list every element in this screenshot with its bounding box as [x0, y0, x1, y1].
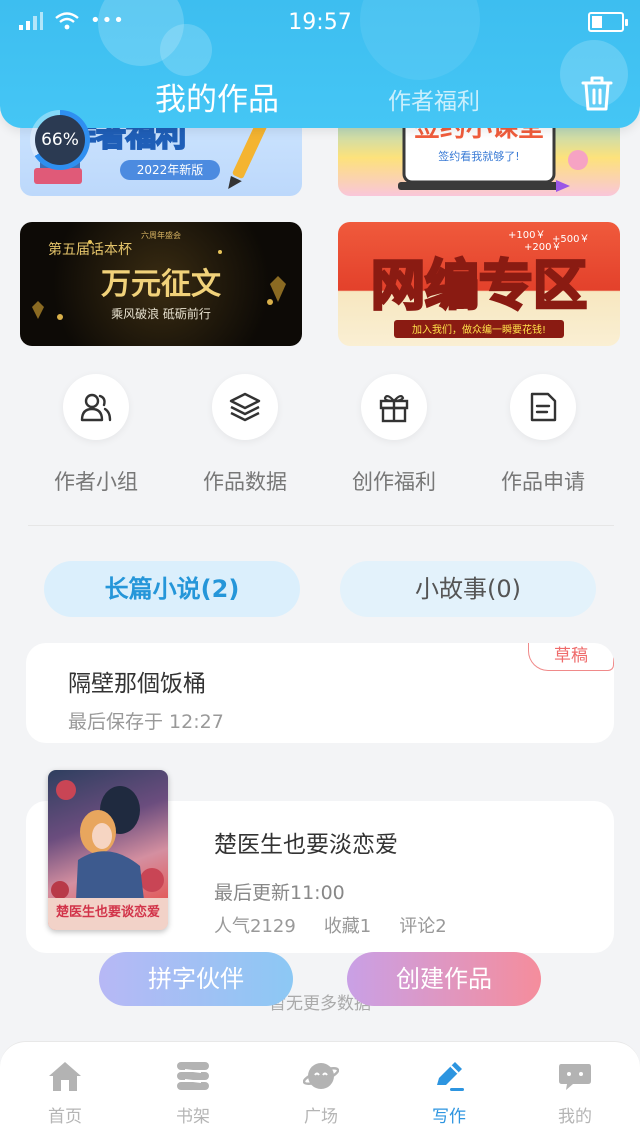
quick-work-data[interactable]: 作品数据	[180, 374, 310, 496]
layers-icon	[212, 374, 278, 440]
svg-text:万元征文: 万元征文	[101, 267, 221, 302]
nav-label: 首页	[48, 1107, 82, 1127]
svg-text:+200￥: +200￥	[524, 242, 561, 253]
work-updated: 最后更新11:00	[214, 882, 345, 904]
tab-long-novels[interactable]: 长篇小说(2)	[44, 561, 300, 617]
gift-icon	[361, 374, 427, 440]
svg-text:+100￥: +100￥	[508, 230, 545, 241]
draft-saved-time: 最后保存于 12:27	[68, 711, 224, 733]
draft-badge: 草稿	[528, 643, 614, 671]
nav-label: 写作	[432, 1107, 466, 1127]
quick-author-group[interactable]: 作者小组	[31, 374, 161, 496]
create-work-button[interactable]: 创建作品	[347, 952, 541, 1006]
quick-work-application[interactable]: 作品申请	[478, 374, 608, 496]
status-bar: ••• 19:57	[0, 0, 640, 46]
svg-text:第五届话本杯: 第五届话本杯	[48, 241, 132, 258]
nav-mine[interactable]: 我的	[511, 1056, 639, 1127]
home-icon	[45, 1056, 85, 1096]
book-cover[interactable]: 楚医生也要谈恋爱	[48, 770, 168, 930]
tab-my-works[interactable]: 我的作品	[155, 74, 279, 119]
draft-title: 隔壁那個饭桶	[68, 671, 206, 697]
svg-text:网编专区: 网编专区	[371, 254, 587, 317]
svg-text:乘风破浪 砥砺前行: 乘风破浪 砥砺前行	[111, 306, 211, 321]
work-favorites: 收藏1	[323, 916, 372, 937]
quick-label: 作品申请	[501, 470, 585, 494]
no-more-data: 暂无更多数据	[269, 994, 371, 1014]
quick-creation-welfare[interactable]: 创作福利	[329, 374, 459, 496]
web-editor-banner[interactable]: +100￥ +500￥ +200￥ 网编专区 加入我们，做众编一瞬要花钱!	[338, 222, 620, 346]
svg-text:2022年新版: 2022年新版	[137, 162, 204, 177]
nav-writing[interactable]: 写作	[385, 1056, 513, 1127]
banner-art: +100￥ +500￥ +200￥ 网编专区 加入我们，做众编一瞬要花钱!	[370, 230, 589, 338]
chat-bubble-icon	[555, 1056, 595, 1096]
nav-home[interactable]: 首页	[1, 1056, 129, 1127]
bookshelf-icon	[173, 1056, 213, 1096]
quick-label: 作品数据	[203, 470, 287, 494]
nav-label: 我的	[558, 1107, 592, 1127]
nav-label: 广场	[304, 1107, 338, 1127]
pen-icon	[429, 1056, 469, 1096]
work-stats: 人气2129 收藏1 评论2	[214, 912, 447, 938]
draft-card[interactable]: 隔壁那個饭桶 最后保存于 12:27 草稿	[26, 643, 614, 743]
nav-bookshelf[interactable]: 书架	[129, 1056, 257, 1127]
banner-art: 六周年盛会 第五届话本杯 万元征文 乘风破浪 砥砺前行	[32, 230, 286, 321]
work-title: 楚医生也要淡恋爱	[214, 832, 398, 858]
status-time: 19:57	[288, 10, 352, 35]
nav-label: 书架	[176, 1107, 210, 1127]
tab-author-welfare[interactable]: 作者福利	[388, 82, 480, 116]
work-comments: 评论2	[399, 916, 447, 937]
svg-text:楚医生也要谈恋爱: 楚医生也要谈恋爱	[56, 904, 160, 920]
progress-label: 66%	[35, 115, 85, 165]
tab-short-stories[interactable]: 小故事(0)	[340, 561, 596, 617]
essay-contest-banner[interactable]: 六周年盛会 第五届话本杯 万元征文 乘风破浪 砥砺前行	[20, 222, 302, 346]
quick-label: 作者小组	[54, 470, 138, 494]
bottom-nav: 首页 书架 广场 写作 我的	[0, 1041, 640, 1138]
users-icon	[63, 374, 129, 440]
svg-text:六周年盛会: 六周年盛会	[141, 230, 181, 240]
quick-label: 创作福利	[352, 470, 436, 494]
svg-text:签约看我就够了!: 签约看我就够了!	[438, 149, 519, 163]
progress-ring: 66%	[30, 110, 90, 170]
writing-partner-button[interactable]: 拼字伙伴	[99, 952, 293, 1006]
top-header: ••• 19:57 我的作品 作者福利	[0, 0, 640, 128]
svg-text:加入我们，做众编一瞬要花钱!: 加入我们，做众编一瞬要花钱!	[412, 323, 546, 336]
nav-square[interactable]: 广场	[257, 1056, 385, 1127]
trash-icon[interactable]	[578, 74, 616, 114]
battery-icon	[588, 12, 628, 32]
document-icon	[510, 374, 576, 440]
divider	[28, 525, 614, 526]
work-popularity: 人气2129	[214, 916, 296, 937]
planet-icon	[301, 1056, 341, 1096]
